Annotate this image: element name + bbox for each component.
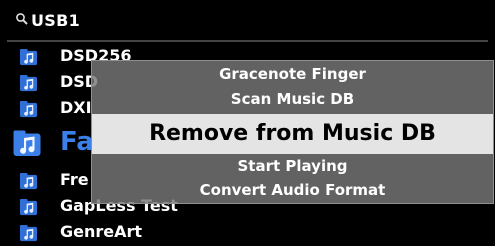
music-folder-icon xyxy=(19,224,38,242)
context-menu: Gracenote Finger Scan Music DB Remove fr… xyxy=(91,60,494,204)
music-folder-icon xyxy=(19,198,38,216)
music-folder-icon xyxy=(19,74,38,92)
header-bar: USB1 xyxy=(0,0,495,42)
header-divider xyxy=(7,40,488,42)
list-item-label: DXI xyxy=(60,98,92,117)
music-folder-icon xyxy=(19,172,38,190)
search-icon xyxy=(16,13,28,25)
list-item-label: Fre xyxy=(60,170,89,189)
list-item-label: GenreArt xyxy=(60,222,143,241)
menu-item-scan-music-db[interactable]: Scan Music DB xyxy=(92,90,493,108)
music-folder-icon xyxy=(19,100,38,118)
music-folder-icon xyxy=(19,48,38,66)
source-title: USB1 xyxy=(31,11,81,30)
menu-item-gracenote-finger[interactable]: Gracenote Finger xyxy=(92,65,493,83)
music-folder-icon xyxy=(13,130,41,156)
list-item-label: Fa xyxy=(60,127,94,157)
list-item[interactable]: GenreArt xyxy=(0,220,495,246)
menu-item-convert-audio-format[interactable]: Convert Audio Format xyxy=(92,181,493,199)
menu-item-start-playing[interactable]: Start Playing xyxy=(92,157,493,175)
menu-item-remove-from-music-db[interactable]: Remove from Music DB xyxy=(92,114,493,154)
